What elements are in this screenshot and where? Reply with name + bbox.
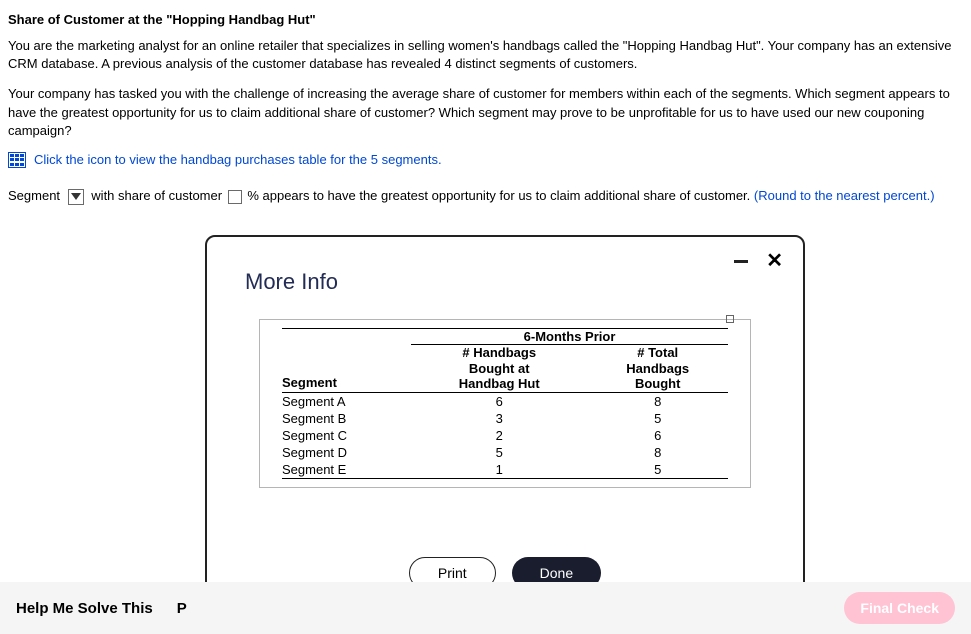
table-super-header: 6-Months Prior <box>411 329 728 345</box>
answer-mid1: with share of customer <box>91 188 222 203</box>
table-row: Segment D 5 8 <box>282 444 728 461</box>
footer-bar: Help Me Solve This P Final Check <box>0 582 971 634</box>
answer-pre: Segment <box>8 188 60 203</box>
page-title: Share of Customer at the "Hopping Handba… <box>8 12 963 27</box>
percent-input[interactable] <box>228 190 242 204</box>
final-check-button[interactable]: Final Check <box>844 592 955 624</box>
close-icon[interactable]: ✕ <box>766 251 783 271</box>
intro-paragraph-2: Your company has tasked you with the cha… <box>8 85 963 140</box>
minimize-icon[interactable] <box>734 260 748 263</box>
table-row: Segment B 3 5 <box>282 410 728 427</box>
answer-sentence: Segment with share of customer % appears… <box>8 188 935 203</box>
table-row: Segment A 6 8 <box>282 392 728 410</box>
col-hut: # HandbagsBought at Handbag Hut <box>411 345 587 393</box>
view-table-link[interactable]: Click the icon to view the handbag purch… <box>34 152 442 167</box>
resize-marker-icon <box>726 315 734 323</box>
modal-title: More Info <box>245 269 771 295</box>
table-container: 6-Months Prior Segment # HandbagsBought … <box>259 319 751 488</box>
footer-p-cut[interactable]: P <box>177 600 187 617</box>
answer-mid2: % appears to have the greatest opportuni… <box>247 188 750 203</box>
table-icon[interactable] <box>8 152 26 168</box>
segment-select[interactable] <box>68 189 84 205</box>
table-row: Segment C 2 6 <box>282 427 728 444</box>
round-hint: (Round to the nearest percent.) <box>754 188 935 203</box>
intro-paragraph-1: You are the marketing analyst for an onl… <box>8 37 963 73</box>
table-row: Segment E 1 5 <box>282 461 728 479</box>
more-info-modal: ✕ More Info 6-Months Prior Segment # Han… <box>205 235 805 615</box>
col-segment: Segment <box>282 345 411 393</box>
col-total: # TotalHandbagsBought <box>587 345 728 393</box>
help-me-solve-button[interactable]: Help Me Solve This <box>16 600 153 617</box>
segments-table: 6-Months Prior Segment # HandbagsBought … <box>282 328 728 479</box>
